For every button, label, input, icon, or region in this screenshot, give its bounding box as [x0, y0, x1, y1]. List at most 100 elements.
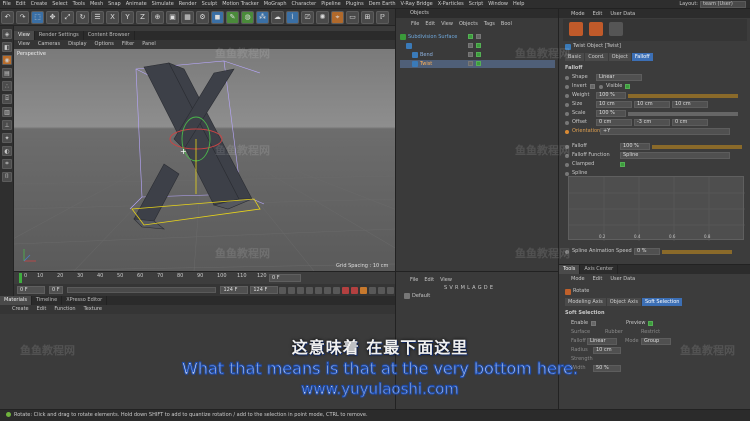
current-frame-field[interactable]: 0 F — [269, 274, 301, 282]
light-icon[interactable]: ✺ — [316, 10, 329, 24]
model-mode-icon[interactable]: ◧ — [2, 42, 12, 52]
tool-menu-user-data[interactable]: User Data — [606, 276, 639, 282]
environment-icon[interactable]: ☁ — [271, 10, 284, 24]
obj-menu-objects[interactable]: Objects — [456, 20, 481, 29]
scale-key-icon[interactable] — [378, 286, 386, 294]
menu-simulate[interactable]: Simulate — [149, 0, 176, 9]
anim-dot[interactable] — [565, 102, 569, 107]
attr-menu-user-data[interactable]: User Data — [606, 11, 639, 17]
tab-xpresso-editor[interactable]: XPresso Editor — [62, 296, 108, 305]
object-row-subdivision[interactable]: Subdivision Surface — [400, 33, 555, 41]
tab-render-settings[interactable]: Render Settings — [35, 31, 84, 40]
menu-animate[interactable]: Animate — [123, 0, 149, 9]
autokey-icon[interactable] — [351, 286, 359, 294]
attr-menu-edit[interactable]: Edit — [589, 11, 607, 17]
menu-select[interactable]: Select — [50, 0, 70, 9]
tweak-mode-icon[interactable]: ✦ — [2, 133, 12, 143]
workplane-mode-icon[interactable]: ⌷ — [2, 172, 12, 182]
vp-menu-view[interactable]: View — [14, 40, 34, 49]
play-icon[interactable] — [306, 286, 314, 294]
spline-anim-speed-slider[interactable] — [662, 249, 732, 254]
z-axis-icon[interactable]: Z — [136, 10, 149, 24]
position-key-icon[interactable] — [369, 286, 377, 294]
anim-dot[interactable] — [565, 129, 569, 134]
python-icon[interactable]: ℙ — [376, 10, 389, 24]
render-check[interactable] — [476, 61, 481, 66]
spline-anim-speed-field[interactable]: 0 % — [634, 248, 660, 255]
tab-view[interactable]: View — [14, 31, 35, 40]
menu-sculpt[interactable]: Sculpt — [199, 0, 220, 9]
render-check[interactable] — [476, 52, 481, 57]
preview-range-slider[interactable] — [66, 287, 217, 293]
tab-tools[interactable]: Tools — [559, 265, 581, 274]
live-selection-icon[interactable]: ⬚ — [31, 10, 44, 24]
obj-menu-tags[interactable]: Tags — [481, 20, 498, 29]
next-key-icon[interactable] — [324, 286, 332, 294]
end-frame-field[interactable]: 124 F — [220, 286, 249, 294]
clamped-checkbox[interactable] — [620, 162, 625, 167]
tab-object[interactable]: Object — [608, 52, 631, 61]
edges-mode-icon[interactable]: ⌸ — [2, 94, 12, 104]
rotate-icon[interactable]: ↻ — [76, 10, 89, 24]
vp-menu-display[interactable]: Display — [64, 40, 90, 49]
menu-vray-bridge[interactable]: V-Ray Bridge — [398, 0, 435, 9]
render-picture-viewer-icon[interactable]: ▦ — [181, 10, 194, 24]
menu-help[interactable]: Help — [511, 0, 527, 9]
vp-menu-panel[interactable]: Panel — [138, 40, 160, 49]
render-check[interactable] — [476, 34, 481, 39]
start-frame-field[interactable]: 0 F — [17, 286, 45, 294]
max-frame-field[interactable]: 124 F — [250, 286, 279, 294]
cube-icon[interactable]: ◼ — [211, 10, 224, 24]
rotation-key-icon[interactable] — [387, 286, 395, 294]
points-mode-icon[interactable]: ∴ — [2, 81, 12, 91]
menu-tools[interactable]: Tools — [70, 0, 87, 9]
scale-icon[interactable]: ⤢ — [61, 10, 74, 24]
menu-snap[interactable]: Snap — [106, 0, 124, 9]
timeline-ruler[interactable]: 0 10 20 30 40 50 60 70 80 90 100 110 120… — [14, 271, 395, 284]
tab-content-browser[interactable]: Content Browser — [84, 31, 135, 40]
visibility-check[interactable] — [468, 43, 473, 48]
recent-tools-icon[interactable]: ☰ — [91, 10, 104, 24]
anim-dot[interactable] — [565, 111, 569, 116]
back-arrow-icon[interactable] — [569, 22, 583, 36]
go-to-end-icon[interactable] — [333, 286, 341, 294]
vp-menu-options[interactable]: Options — [91, 40, 118, 49]
enable-snap-icon[interactable]: ⌗ — [2, 159, 12, 169]
x-axis-icon[interactable]: X — [106, 10, 119, 24]
menu-window[interactable]: Window — [486, 0, 511, 9]
visibility-check[interactable] — [468, 61, 473, 66]
tool-menu-mode[interactable]: Mode — [559, 276, 589, 282]
tab-modeling-axis[interactable]: Modeling Axis — [565, 297, 606, 306]
obj-menu-file[interactable]: File — [408, 20, 422, 29]
layer-row-default[interactable]: Default — [396, 292, 558, 300]
mat-menu-texture[interactable]: Texture — [80, 305, 106, 314]
mat-menu-create[interactable]: Create — [8, 305, 33, 314]
tab-coord[interactable]: Coord. — [585, 52, 608, 61]
visibility-check[interactable] — [468, 34, 473, 39]
viewport-solo-icon[interactable]: ◐ — [2, 146, 12, 156]
menu-dem-earth[interactable]: Dem Earth — [366, 0, 398, 9]
invert-checkbox[interactable] — [590, 84, 595, 89]
layer-menu-view[interactable]: View — [437, 277, 455, 283]
polygons-mode-icon[interactable]: ▥ — [2, 107, 12, 117]
tab-timeline[interactable]: Timeline — [32, 296, 63, 305]
menu-motion-tracker[interactable]: Motion Tracker — [220, 0, 262, 9]
previous-key-icon[interactable] — [288, 286, 296, 294]
offset-x-field[interactable]: 0 cm — [596, 119, 632, 126]
tab-axis-center[interactable]: Axis Center — [580, 265, 619, 274]
camera-icon[interactable]: ⎚ — [301, 10, 314, 24]
menu-render[interactable]: Render — [176, 0, 199, 9]
layout-dropdown[interactable]: team (User) — [700, 1, 746, 8]
anim-dot[interactable] — [565, 162, 569, 167]
menu-character[interactable]: Character — [289, 0, 319, 9]
next-frame-icon[interactable] — [315, 286, 323, 294]
go-to-start-icon[interactable] — [279, 286, 287, 294]
record-icon[interactable] — [342, 286, 350, 294]
obj-menu-view[interactable]: View — [438, 20, 456, 29]
menu-plugins[interactable]: Plugins — [343, 0, 366, 9]
anim-dot[interactable] — [565, 93, 569, 98]
size-x-field[interactable]: 10 cm — [596, 101, 632, 108]
vp-menu-filter[interactable]: Filter — [118, 40, 138, 49]
obj-menu-edit[interactable]: Edit — [422, 20, 438, 29]
playhead-marker[interactable] — [19, 273, 22, 283]
